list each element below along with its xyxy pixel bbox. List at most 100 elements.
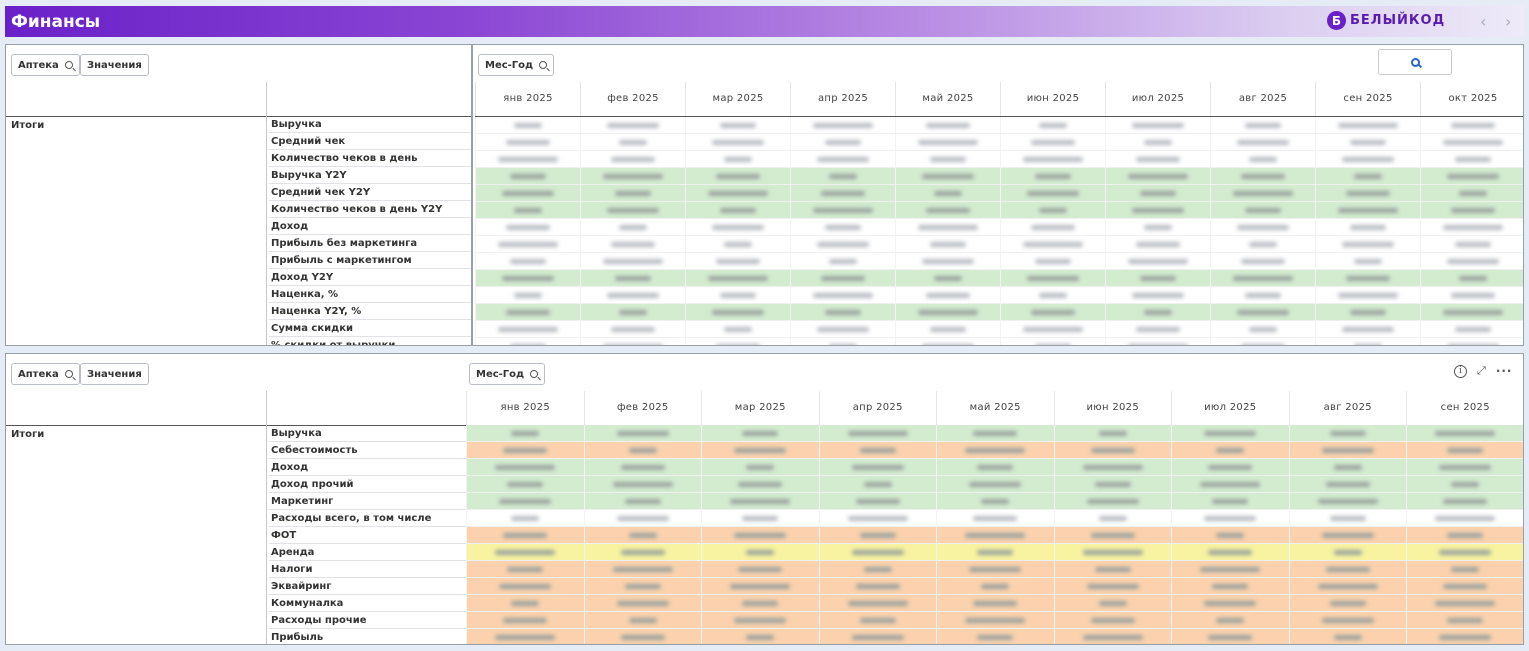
month-column-header[interactable]: май 2025: [936, 391, 1054, 425]
month-column-header[interactable]: авг 2025: [1210, 82, 1315, 116]
obscured-value: [1338, 208, 1398, 213]
next-sheet-button[interactable]: ›: [1505, 12, 1511, 31]
table-cell: [583, 595, 702, 612]
table-row: [466, 459, 1523, 476]
obscured-value: [1082, 550, 1143, 555]
table-cell: [475, 185, 580, 202]
pharmacy-filter-button[interactable]: Аптека: [11, 54, 80, 76]
app-header: Финансы Б БЕЛЫЙКОД ‹ ›: [5, 6, 1524, 37]
table-cell: [466, 629, 584, 644]
month-column-header[interactable]: мар 2025: [701, 391, 819, 425]
table-search-button[interactable]: [1378, 49, 1452, 75]
values-button[interactable]: Значения: [80, 54, 149, 76]
pivot-table-expenses: Аптека Значения Итоги Выручка Себестоимос…: [5, 353, 1524, 645]
month-year-filter-button[interactable]: Мес-Год: [469, 363, 546, 385]
obscured-value: [507, 482, 544, 487]
pharmacy-filter-button[interactable]: Аптека: [11, 363, 80, 385]
table-cell: [1000, 202, 1105, 219]
month-column-header[interactable]: апр 2025: [818, 391, 937, 425]
table-cell: [475, 270, 580, 287]
table-cell: [701, 544, 819, 561]
month-column-header[interactable]: сен 2025: [1406, 391, 1523, 425]
table-cell: [466, 527, 584, 544]
table-cell: [1210, 270, 1315, 287]
obscured-value: [1200, 482, 1261, 487]
table-cell: [1420, 134, 1523, 151]
obscured-value: [1039, 123, 1067, 128]
obscured-value: [1342, 157, 1394, 162]
table-cell: [1210, 168, 1315, 185]
month-column-header[interactable]: авг 2025: [1288, 391, 1407, 425]
table-cell: [818, 612, 937, 629]
expand-icon[interactable]: ⤢: [1477, 364, 1486, 378]
table-cell: [1000, 253, 1105, 270]
table-cell: [475, 219, 580, 236]
table-cell: [583, 510, 702, 527]
obscured-value: [1455, 242, 1491, 247]
values-button[interactable]: Значения: [80, 363, 149, 385]
table-cell: [1420, 321, 1523, 338]
table-cell: [475, 253, 580, 270]
obscured-value: [821, 191, 865, 196]
month-column-header[interactable]: сен 2025: [1315, 82, 1420, 116]
more-options-icon[interactable]: ···: [1496, 364, 1513, 378]
month-column-header[interactable]: июн 2025: [1053, 391, 1172, 425]
data-grid: [466, 425, 1523, 644]
obscured-value: [628, 533, 657, 538]
month-column-header[interactable]: июл 2025: [1171, 391, 1289, 425]
obscured-value: [498, 242, 558, 247]
month-column-header[interactable]: фев 2025: [583, 391, 702, 425]
table-cell: [895, 338, 1000, 345]
table-cell: [818, 442, 937, 459]
obscured-value: [1208, 550, 1253, 555]
obscured-value: [716, 174, 760, 179]
month-column-header[interactable]: мар 2025: [685, 82, 790, 116]
obscured-value: [926, 208, 970, 213]
search-icon: [64, 370, 73, 378]
table-cell: [1420, 202, 1523, 219]
table-cell: [1053, 476, 1172, 493]
table-cell: [895, 168, 1000, 185]
obscured-value: [965, 618, 1026, 623]
table-cell: [1315, 287, 1420, 304]
obscured-value: [716, 344, 760, 345]
table-row: [475, 117, 1523, 134]
obscured-value: [1237, 140, 1289, 145]
table-cell: [790, 168, 895, 185]
measure-label: Прибыль: [269, 629, 466, 644]
table-row: [475, 338, 1523, 345]
obscured-value: [1443, 140, 1503, 145]
month-column-header[interactable]: апр 2025: [790, 82, 895, 116]
obscured-value: [977, 635, 1014, 640]
month-column-header[interactable]: июл 2025: [1105, 82, 1210, 116]
prev-sheet-button[interactable]: ‹: [1480, 12, 1486, 31]
table-cell: [1000, 219, 1105, 236]
table-cell: [701, 510, 819, 527]
month-year-label: Мес-Год: [485, 59, 534, 71]
table-cell: [936, 459, 1054, 476]
info-icon[interactable]: i: [1454, 364, 1467, 378]
obscured-value: [611, 327, 655, 332]
obscured-value: [1249, 157, 1277, 162]
obscured-value: [511, 431, 540, 436]
table-cell: [583, 629, 702, 644]
table-cell: [818, 476, 937, 493]
month-column-header[interactable]: янв 2025: [466, 391, 584, 425]
obscured-value: [1439, 550, 1492, 555]
obscured-value: [1031, 140, 1075, 145]
month-column-header[interactable]: янв 2025: [475, 82, 580, 116]
obscured-value: [716, 259, 760, 264]
values-label: Значения: [87, 368, 142, 380]
table-cell: [1171, 425, 1289, 442]
obscured-value: [863, 482, 892, 487]
table-cell: [1171, 544, 1289, 561]
table-cell: [1105, 151, 1210, 168]
month-column-header[interactable]: окт 2025: [1420, 82, 1523, 116]
month-column-header[interactable]: июн 2025: [1000, 82, 1105, 116]
measure-label: Сумма скидки: [269, 320, 471, 337]
obscured-value: [1098, 516, 1127, 521]
month-year-filter-button[interactable]: Мес-Год: [478, 54, 555, 76]
month-column-header[interactable]: фев 2025: [580, 82, 685, 116]
month-column-header[interactable]: май 2025: [895, 82, 1000, 116]
table-cell: [475, 168, 580, 185]
